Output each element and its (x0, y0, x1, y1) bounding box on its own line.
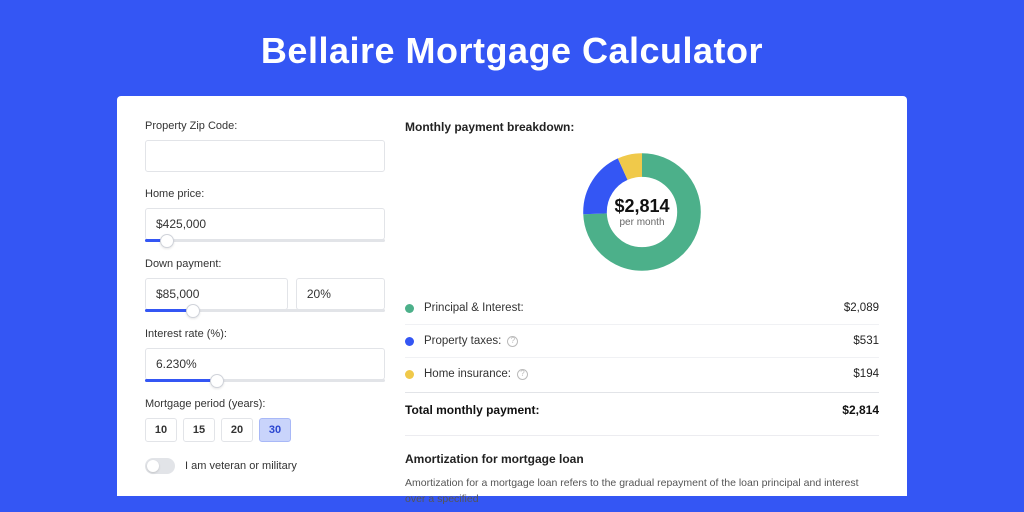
donut-chart-wrap: $2,814 per month (405, 144, 879, 292)
period-option-30[interactable]: 30 (259, 418, 291, 442)
legend-label: Principal & Interest: (424, 302, 844, 314)
info-icon[interactable]: ? (507, 336, 518, 347)
page-title: Bellaire Mortgage Calculator (0, 0, 1024, 96)
legend-label: Property taxes:? (424, 335, 853, 347)
zip-field: Property Zip Code: (145, 120, 385, 172)
inputs-column: Property Zip Code: Home price: Down paym… (145, 120, 385, 496)
slider-thumb[interactable] (186, 304, 200, 318)
period-option-10[interactable]: 10 (145, 418, 177, 442)
breakdown-column: Monthly payment breakdown: $2,814 per mo… (405, 120, 879, 496)
info-icon[interactable]: ? (517, 369, 528, 380)
period-label: Mortgage period (years): (145, 398, 385, 410)
period-option-15[interactable]: 15 (183, 418, 215, 442)
legend-value: $194 (853, 368, 879, 380)
period-field: Mortgage period (years): 10152030 (145, 398, 385, 442)
veteran-toggle-label: I am veteran or military (185, 460, 297, 472)
interest-slider[interactable] (145, 379, 385, 382)
legend-dot (405, 370, 414, 379)
total-label: Total monthly payment: (405, 403, 539, 417)
home-price-field: Home price: (145, 188, 385, 242)
legend: Principal & Interest:$2,089Property taxe… (405, 292, 879, 390)
down-payment-pct-input[interactable] (296, 278, 385, 310)
slider-thumb[interactable] (160, 234, 174, 248)
down-payment-field: Down payment: (145, 258, 385, 312)
calculator-card: Property Zip Code: Home price: Down paym… (117, 96, 907, 496)
legend-value: $2,089 (844, 302, 879, 314)
amortization-section: Amortization for mortgage loan Amortizat… (405, 435, 879, 508)
veteran-toggle-row: I am veteran or military (145, 458, 385, 474)
amortization-text: Amortization for a mortgage loan refers … (405, 476, 879, 508)
period-option-20[interactable]: 20 (221, 418, 253, 442)
breakdown-title: Monthly payment breakdown: (405, 120, 879, 134)
home-price-input[interactable] (145, 208, 385, 240)
legend-dot (405, 304, 414, 313)
legend-row: Principal & Interest:$2,089 (405, 292, 879, 325)
down-payment-label: Down payment: (145, 258, 385, 270)
zip-label: Property Zip Code: (145, 120, 385, 132)
total-value: $2,814 (842, 403, 879, 417)
interest-input[interactable] (145, 348, 385, 380)
legend-row: Property taxes:?$531 (405, 325, 879, 358)
legend-label: Home insurance:? (424, 368, 853, 380)
legend-value: $531 (853, 335, 879, 347)
legend-dot (405, 337, 414, 346)
donut-sub: per month (619, 217, 664, 228)
donut-amount: $2,814 (614, 196, 669, 217)
interest-label: Interest rate (%): (145, 328, 385, 340)
home-price-slider[interactable] (145, 239, 385, 242)
down-payment-slider[interactable] (145, 309, 385, 312)
donut-chart: $2,814 per month (580, 150, 704, 274)
zip-input[interactable] (145, 140, 385, 172)
amortization-title: Amortization for mortgage loan (405, 452, 879, 466)
interest-field: Interest rate (%): (145, 328, 385, 382)
home-price-label: Home price: (145, 188, 385, 200)
total-row: Total monthly payment: $2,814 (405, 392, 879, 431)
donut-center: $2,814 per month (580, 150, 704, 274)
slider-thumb[interactable] (210, 374, 224, 388)
legend-row: Home insurance:?$194 (405, 358, 879, 390)
veteran-toggle[interactable] (145, 458, 175, 474)
down-payment-input[interactable] (145, 278, 288, 310)
